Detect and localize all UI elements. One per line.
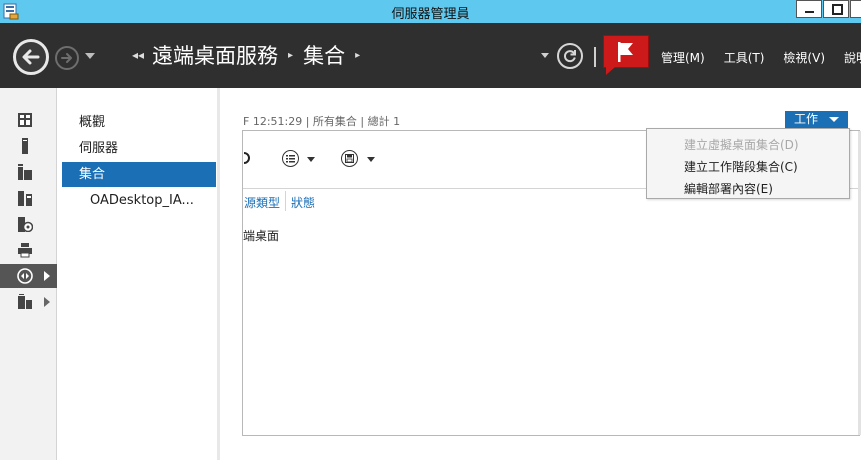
file-storage-icon xyxy=(18,191,32,206)
nav-dropdown-icon[interactable] xyxy=(541,53,549,58)
tasks-dropdown-button[interactable]: 工作 xyxy=(785,111,848,128)
sidebar-item-wsus[interactable] xyxy=(0,290,57,314)
breadcrumb-separator-icon[interactable]: ▸ xyxy=(355,50,360,61)
table-row[interactable]: 端桌面 xyxy=(243,227,279,244)
menu-tools[interactable]: 工具(T) xyxy=(724,49,765,66)
list-view-dropdown-icon[interactable] xyxy=(307,157,315,162)
nav-item-servers[interactable]: 伺服器 xyxy=(62,136,216,161)
search-clear-icon[interactable] xyxy=(243,150,252,166)
sidebar-item-remote-desktop-services[interactable] xyxy=(0,264,57,288)
breadcrumb-remote-desktop-services[interactable]: 遠端桌面服務 xyxy=(152,40,278,70)
wsus-icon xyxy=(18,294,32,309)
minimize-button[interactable] xyxy=(796,0,822,18)
maximize-button[interactable] xyxy=(823,0,849,18)
expand-arrow-icon[interactable] xyxy=(44,297,50,307)
forward-arrow-icon xyxy=(61,53,72,63)
print-services-icon xyxy=(18,243,32,258)
iis-icon xyxy=(18,217,33,232)
collections-status-line: F 12:51:29 | 所有集合 | 總計 1 xyxy=(243,115,401,128)
toolbar-divider xyxy=(594,47,596,67)
sidebar-item-print-services[interactable] xyxy=(0,238,57,262)
list-view-icon[interactable] xyxy=(282,150,299,167)
menu-help[interactable]: 說明( xyxy=(844,49,861,66)
save-query-dropdown-icon[interactable] xyxy=(367,157,375,162)
nav-item-collections[interactable]: 集合 xyxy=(62,162,216,187)
tasks-menu: 建立虛擬桌面集合(D) 建立工作階段集合(C) 編輯部署內容(E) xyxy=(646,128,850,199)
sidebar-item-iis[interactable] xyxy=(0,212,57,236)
window-titlebar: 伺服器管理員 xyxy=(0,0,861,23)
menu-bar: 管理(M) 工具(T) 檢視(V) 說明( xyxy=(661,49,861,66)
breadcrumb-separator-icon: ▸ xyxy=(288,49,294,61)
menu-item-edit-deployment-properties[interactable]: 編輯部署內容(E) xyxy=(684,180,773,197)
dashboard-icon xyxy=(18,113,32,127)
column-header-status[interactable]: 狀態 xyxy=(291,194,315,211)
close-button[interactable] xyxy=(850,0,861,18)
sidebar-item-all-servers[interactable] xyxy=(0,160,57,184)
menu-item-create-session-collection[interactable]: 建立工作階段集合(C) xyxy=(684,158,798,175)
menu-view[interactable]: 檢視(V) xyxy=(783,49,825,66)
back-arrow-icon xyxy=(22,49,40,65)
notification-flag-icon xyxy=(618,42,633,62)
menu-manage[interactable]: 管理(M) xyxy=(661,49,705,66)
expand-arrow-icon[interactable] xyxy=(44,271,50,281)
sidebar-item-file-storage[interactable] xyxy=(0,186,57,210)
column-separator xyxy=(285,191,286,211)
breadcrumb-overflow-icon[interactable]: ◂◂ xyxy=(132,48,144,62)
navigation-pane: 概觀 伺服器 集合 OADesktop_IA... xyxy=(57,88,220,460)
sidebar-item-local-server[interactable] xyxy=(0,134,57,158)
refresh-icon xyxy=(564,50,576,63)
refresh-button[interactable] xyxy=(557,43,583,69)
sidebar-item-dashboard[interactable] xyxy=(0,108,57,132)
remote-desktop-icon xyxy=(17,268,33,284)
all-servers-icon xyxy=(18,164,32,180)
save-query-icon[interactable] xyxy=(341,150,358,167)
breadcrumb-collections[interactable]: 集合 xyxy=(303,40,345,70)
window-title: 伺服器管理員 xyxy=(391,7,470,22)
breadcrumb: ◂◂ 遠端桌面服務 ▸ 集合 ▸ xyxy=(132,41,370,69)
nav-item-overview[interactable]: 概觀 xyxy=(62,110,216,135)
left-icon-bar xyxy=(0,88,57,460)
notifications-button[interactable] xyxy=(603,35,649,75)
tasks-label: 工作 xyxy=(794,112,819,126)
history-dropdown-icon[interactable] xyxy=(85,53,95,59)
nav-item-collection-oadesktop[interactable]: OADesktop_IA... xyxy=(62,188,216,213)
menu-item-create-virtual-desktop-collection: 建立虛擬桌面集合(D) xyxy=(684,138,799,152)
back-button[interactable] xyxy=(13,39,49,75)
forward-button[interactable] xyxy=(55,46,79,70)
local-server-icon xyxy=(22,138,28,154)
navigation-bar: ◂◂ 遠端桌面服務 ▸ 集合 ▸ 管理(M) 工具(T) 檢視(V) 說明( xyxy=(0,23,861,88)
column-header-resource-type[interactable]: 源類型 xyxy=(244,194,280,211)
